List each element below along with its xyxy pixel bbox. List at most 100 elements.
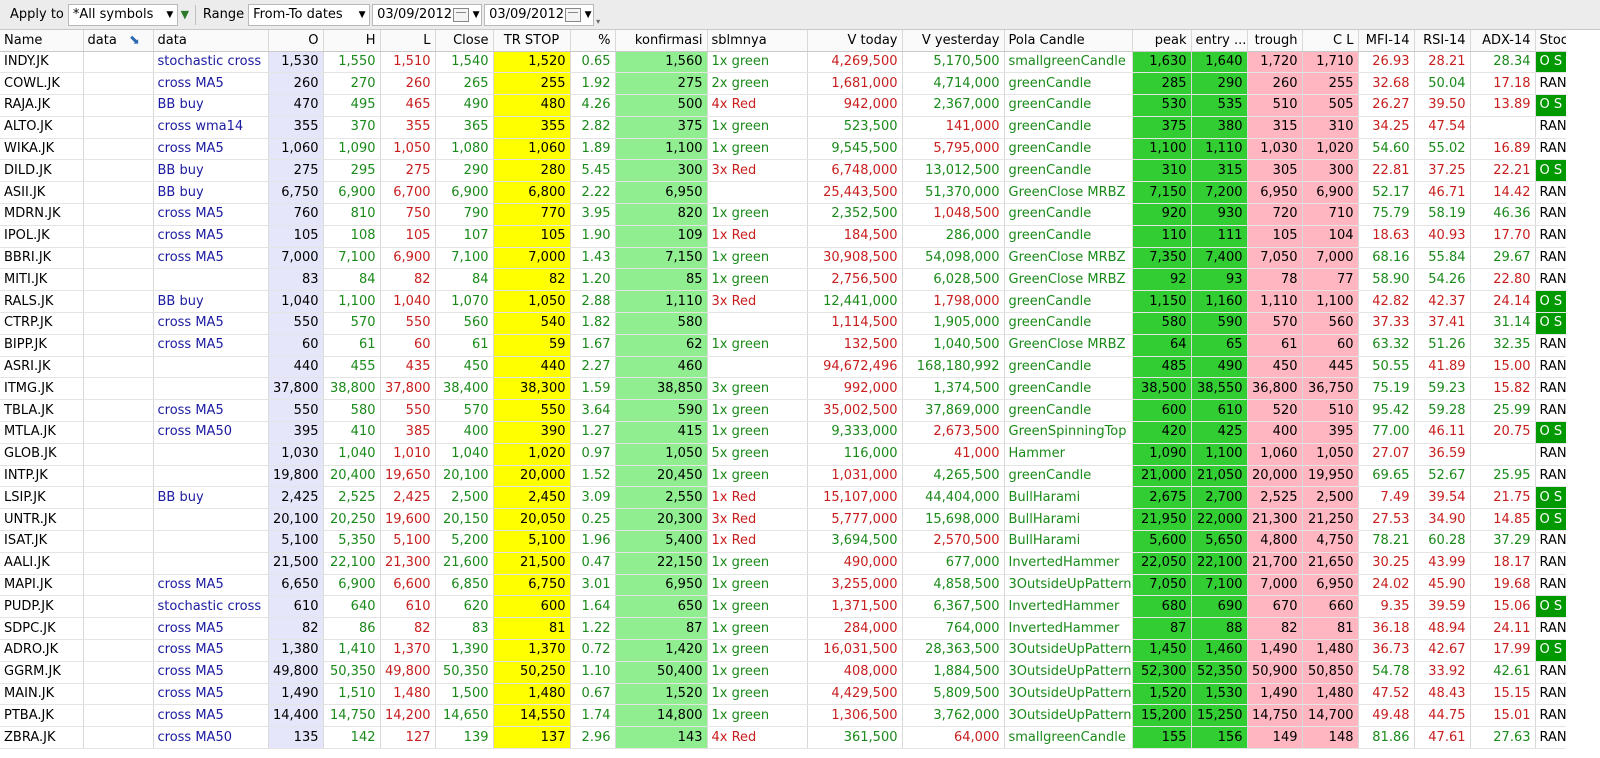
cell-close[interactable]: 6,900 [435, 181, 494, 205]
cell-name[interactable]: PTBA.JK [0, 704, 84, 728]
cell-low[interactable]: 355 [380, 116, 436, 139]
cell-sblmnya[interactable]: 1x green [707, 552, 808, 575]
cell-low[interactable]: 5,100 [380, 530, 436, 553]
cell-mfi[interactable]: 26.27 [1358, 94, 1415, 117]
date-to-field[interactable]: 03/09/2012 ▼ [484, 3, 595, 26]
cell-tr-stop[interactable]: 1,060 [493, 138, 571, 161]
table-row[interactable]: IPOL.JK cross MA5 105 108 105 107 105 1.90 109 1x… [0, 225, 1600, 248]
cell-pct[interactable]: 2.27 [570, 356, 616, 379]
cell-adx[interactable]: 19.68 [1470, 574, 1536, 597]
cell-open[interactable]: 550 [268, 399, 324, 423]
cell-v-yesterday[interactable]: 1,798,000 [902, 290, 1005, 314]
col-header-adx[interactable]: ADX-14 [1470, 30, 1536, 52]
cell-low[interactable]: 6,600 [380, 574, 436, 597]
cell-adx[interactable]: 15.00 [1470, 356, 1536, 379]
cell-mfi[interactable]: 69.65 [1358, 465, 1415, 488]
col-header-tr-stop[interactable]: TR STOP [493, 30, 571, 52]
cell-sblmnya[interactable]: 1x green [707, 203, 808, 226]
cell-close[interactable]: 450 [435, 356, 494, 379]
cell-mfi[interactable]: 54.78 [1358, 661, 1415, 684]
cell-high[interactable]: 6,900 [323, 574, 381, 597]
cell-high[interactable]: 22,100 [323, 552, 381, 575]
cell-mfi[interactable]: 49.48 [1358, 704, 1415, 728]
cell-data[interactable]: cross MA5 [153, 203, 269, 226]
cell-adx[interactable]: 16.89 [1470, 138, 1536, 161]
cell-trough[interactable]: 21,300 [1247, 508, 1303, 532]
cell-trough[interactable]: 315 [1247, 116, 1303, 139]
col-header-rsi[interactable]: RSI-14 [1414, 30, 1471, 52]
cell-pola-candle[interactable]: greenCandle [1004, 225, 1133, 248]
cell-data[interactable]: BB buy [153, 290, 269, 314]
cell-data[interactable]: cross wma14 [153, 116, 269, 139]
cell-data-empty[interactable] [83, 421, 154, 444]
cell-low[interactable]: 465 [380, 94, 436, 117]
cell-sblmnya[interactable]: 1x Red [707, 225, 808, 248]
table-row[interactable]: TBLA.JK cross MA5 550 580 550 570 550 3.64 590 1x… [0, 399, 1600, 423]
cell-pct[interactable]: 1.90 [570, 225, 616, 248]
cell-v-today[interactable]: 361,500 [807, 726, 903, 749]
cell-data[interactable]: cross MA5 [153, 661, 269, 684]
cell-pola-candle[interactable]: greenCandle [1004, 203, 1133, 226]
cell-name[interactable]: AALI.JK [0, 552, 84, 575]
cell-high[interactable]: 1,550 [323, 51, 381, 74]
cell-low[interactable]: 610 [380, 595, 436, 619]
cell-v-today[interactable]: 1,114,500 [807, 312, 903, 335]
cell-high[interactable]: 61 [323, 334, 381, 357]
cell-konfirmasi[interactable]: 85 [615, 268, 708, 292]
cell-data[interactable]: cross MA50 [153, 421, 269, 444]
table-row[interactable]: MITI.JK 83 84 82 84 82 1.20 85 1x green 2,756,500… [0, 268, 1600, 292]
cell-open[interactable]: 260 [268, 72, 324, 96]
cell-name[interactable]: MITI.JK [0, 268, 84, 292]
table-row[interactable]: BBRI.JK cross MA5 7,000 7,100 6,900 7,100 7,00… [0, 247, 1600, 270]
cell-entry[interactable]: 1,460 [1191, 639, 1248, 662]
cell-v-yesterday[interactable]: 764,000 [902, 617, 1005, 641]
cell-data[interactable] [153, 530, 269, 553]
cell-cl[interactable]: 21,250 [1302, 508, 1359, 532]
cell-close[interactable]: 20,100 [435, 465, 494, 488]
cell-cl[interactable]: 505 [1302, 94, 1359, 117]
cell-high[interactable]: 6,900 [323, 181, 381, 205]
cell-data-empty[interactable] [83, 617, 154, 641]
cell-open[interactable]: 82 [268, 617, 324, 641]
cell-tr-stop[interactable]: 81 [493, 617, 571, 641]
cell-trough[interactable]: 61 [1247, 334, 1303, 357]
cell-trough[interactable]: 450 [1247, 356, 1303, 379]
cell-close[interactable]: 570 [435, 399, 494, 423]
cell-data-empty[interactable] [83, 138, 154, 161]
cell-pct[interactable]: 1.22 [570, 617, 616, 641]
cell-data-empty[interactable] [83, 465, 154, 488]
cell-sblmnya[interactable]: 3x Red [707, 290, 808, 314]
cell-low[interactable]: 105 [380, 225, 436, 248]
cell-pola-candle[interactable]: Hammer [1004, 443, 1133, 466]
cell-v-today[interactable]: 4,269,500 [807, 51, 903, 74]
cell-v-today[interactable]: 12,441,000 [807, 290, 903, 314]
cell-cl[interactable]: 255 [1302, 72, 1359, 96]
cell-high[interactable]: 7,100 [323, 247, 381, 270]
cell-rsi[interactable]: 52.67 [1414, 465, 1471, 488]
cell-adx[interactable]: 37.29 [1470, 530, 1536, 553]
cell-pct[interactable]: 1.20 [570, 268, 616, 292]
cell-open[interactable]: 355 [268, 116, 324, 139]
cell-peak[interactable]: 600 [1132, 399, 1192, 423]
cell-rsi[interactable]: 33.92 [1414, 661, 1471, 684]
cell-v-today[interactable]: 408,000 [807, 661, 903, 684]
cell-entry[interactable]: 7,200 [1191, 181, 1248, 205]
cell-rsi[interactable]: 44.75 [1414, 704, 1471, 728]
col-header-peak[interactable]: peak [1132, 30, 1192, 52]
cell-konfirmasi[interactable]: 1,560 [615, 51, 708, 74]
cell-cl[interactable]: 50,850 [1302, 661, 1359, 684]
table-row[interactable]: INDY.JK stochastic cross 1,530 1,550 1,510 1,… [0, 51, 1600, 74]
cell-entry[interactable]: 1,530 [1191, 683, 1248, 706]
cell-cl[interactable]: 660 [1302, 595, 1359, 619]
cell-pct[interactable]: 2.82 [570, 116, 616, 139]
cell-data[interactable] [153, 443, 269, 466]
cell-pola-candle[interactable]: 3OutsideUpPattern [1004, 639, 1133, 662]
cell-open[interactable]: 1,490 [268, 683, 324, 706]
date-from-value[interactable]: 03/09/2012 [373, 7, 453, 22]
cell-high[interactable]: 1,510 [323, 683, 381, 706]
cell-low[interactable]: 385 [380, 421, 436, 444]
cell-cl[interactable]: 310 [1302, 116, 1359, 139]
cell-high[interactable]: 410 [323, 421, 381, 444]
cell-v-today[interactable]: 3,694,500 [807, 530, 903, 553]
cell-v-today[interactable]: 490,000 [807, 552, 903, 575]
